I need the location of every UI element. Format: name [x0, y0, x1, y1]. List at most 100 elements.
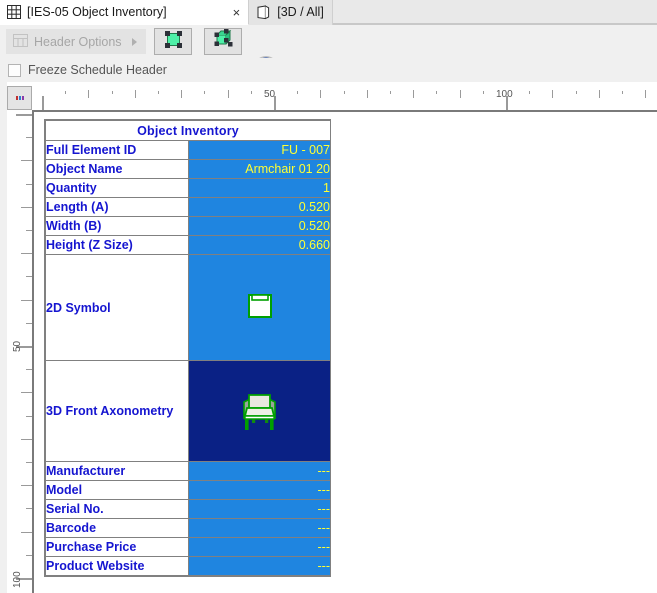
- ruler-tick: [21, 300, 32, 301]
- ruler-tick: [21, 253, 32, 254]
- row-value: Armchair 01 20: [188, 159, 331, 179]
- freeze-schedule-header-row: Freeze Schedule Header: [0, 58, 657, 82]
- table-row[interactable]: Purchase Price ---: [45, 537, 331, 557]
- ruler-tick: [228, 90, 229, 98]
- ruler-tick: [21, 532, 32, 533]
- select-2d-button[interactable]: [154, 28, 192, 55]
- ruler-tick: [135, 90, 136, 98]
- ruler-tick: [181, 90, 182, 98]
- table-row-3d-axonometry[interactable]: 3D Front Axonometry: [45, 360, 331, 462]
- application-window: [IES-05 Object Inventory] × [3D / All] H…: [0, 0, 657, 593]
- ruler-tick: [552, 90, 553, 98]
- table-row[interactable]: Serial No. ---: [45, 499, 331, 519]
- row-label: Object Name: [45, 159, 189, 179]
- table-row[interactable]: Width (B) 0.520: [45, 216, 331, 236]
- ruler-tick: [88, 90, 89, 98]
- row-label: Manufacturer: [45, 461, 189, 481]
- row-label: Quantity: [45, 178, 189, 198]
- chevron-right-icon: [132, 37, 137, 46]
- row-label: Product Website: [45, 556, 189, 576]
- table-row[interactable]: Full Element ID FU - 007: [45, 140, 331, 160]
- tab-object-inventory[interactable]: [IES-05 Object Inventory] ×: [0, 0, 250, 25]
- ruler-label-100: 100: [496, 89, 513, 100]
- ruler-tick: [251, 91, 252, 94]
- row-value: FU - 007: [188, 140, 331, 160]
- ruler-tick: [320, 90, 321, 98]
- tab-bar-filler: [332, 0, 657, 24]
- select-3d-button[interactable]: [204, 28, 242, 55]
- ruler-tick: [576, 91, 577, 94]
- vertical-ruler[interactable]: 50 100: [7, 110, 32, 593]
- header-options-label: Header Options: [34, 34, 122, 49]
- tab-3d-all[interactable]: [3D / All]: [249, 0, 333, 25]
- chair-axonometry-symbol-icon: [237, 386, 283, 437]
- grid-icon: [7, 5, 21, 19]
- ruler-tick: [21, 439, 32, 440]
- ruler-origin-icon: [21, 96, 24, 100]
- ruler-tick: [483, 91, 484, 94]
- close-icon[interactable]: ×: [233, 6, 241, 19]
- row-label: Purchase Price: [45, 537, 189, 557]
- header-options-button[interactable]: Header Options: [6, 29, 146, 54]
- tab-label: [3D / All]: [277, 5, 324, 20]
- object-inventory-schedule: Object Inventory Full Element ID FU - 00…: [44, 119, 331, 577]
- ruler-tick: [21, 392, 32, 393]
- ruler-tick: [436, 91, 437, 94]
- row-label: Model: [45, 480, 189, 500]
- horizontal-ruler[interactable]: 50 100: [32, 86, 657, 110]
- ruler-tick: [297, 91, 298, 94]
- table-row[interactable]: Barcode ---: [45, 518, 331, 538]
- left-gutter: [0, 82, 7, 593]
- ruler-tick: [42, 96, 44, 110]
- ruler-tick: [344, 91, 345, 94]
- select-3d-icon: [213, 29, 234, 54]
- ruler-tick: [460, 90, 461, 98]
- ruler-tick: [367, 90, 368, 98]
- row-label: Length (A): [45, 197, 189, 217]
- chair-plan-symbol-icon: [245, 291, 275, 324]
- table-row[interactable]: Height (Z Size) 0.660: [45, 235, 331, 255]
- table-row[interactable]: Product Website ---: [45, 556, 331, 576]
- row-label: Height (Z Size): [45, 235, 189, 255]
- row-label: Width (B): [45, 216, 189, 236]
- ruler-tick: [158, 91, 159, 94]
- ruler-tick: [622, 91, 623, 94]
- table-row[interactable]: Manufacturer ---: [45, 461, 331, 481]
- table-row[interactable]: Quantity 1: [45, 178, 331, 198]
- row-label: Full Element ID: [45, 140, 189, 160]
- ruler-origin-button[interactable]: [7, 86, 32, 110]
- schedule-canvas[interactable]: Object Inventory Full Element ID FU - 00…: [32, 110, 657, 593]
- freeze-schedule-header-checkbox[interactable]: [8, 63, 21, 77]
- ruler-tick: [645, 90, 646, 98]
- row-value: ---: [188, 518, 331, 538]
- ruler-tick: [16, 114, 32, 116]
- table-row[interactable]: Model ---: [45, 480, 331, 500]
- tab-bar: [IES-05 Object Inventory] × [3D / All]: [0, 0, 657, 25]
- row-value: ---: [188, 499, 331, 519]
- row-value: 0.520: [188, 216, 331, 236]
- select-2d-icon: [164, 30, 183, 54]
- row-value: ---: [188, 556, 331, 576]
- ruler-origin-icon: [18, 96, 21, 100]
- ruler-tick: [599, 90, 600, 98]
- ruler-label-50: 50: [12, 340, 23, 352]
- row-label: Serial No.: [45, 499, 189, 519]
- row-value: 0.660: [188, 235, 331, 255]
- 3d-axonometry-cell: [188, 360, 331, 462]
- row-label: 2D Symbol: [45, 254, 189, 361]
- ruler-label-50: 50: [264, 89, 276, 100]
- ruler-tick: [21, 160, 32, 161]
- toolbar: Header Options: [0, 25, 657, 82]
- row-value: ---: [188, 537, 331, 557]
- ruler-tick: [204, 91, 205, 94]
- tab-label: [IES-05 Object Inventory]: [27, 4, 167, 19]
- ruler-tick: [390, 91, 391, 94]
- row-value: 1: [188, 178, 331, 198]
- ruler-tick: [112, 91, 113, 94]
- table-row-2d-symbol[interactable]: 2D Symbol: [45, 254, 331, 361]
- table-row[interactable]: Object Name Armchair 01 20: [45, 159, 331, 179]
- table-row[interactable]: Length (A) 0.520: [45, 197, 331, 217]
- page-title: Object Inventory: [45, 120, 331, 141]
- ruler-tick: [529, 91, 530, 94]
- freeze-schedule-header-label: Freeze Schedule Header: [28, 63, 167, 77]
